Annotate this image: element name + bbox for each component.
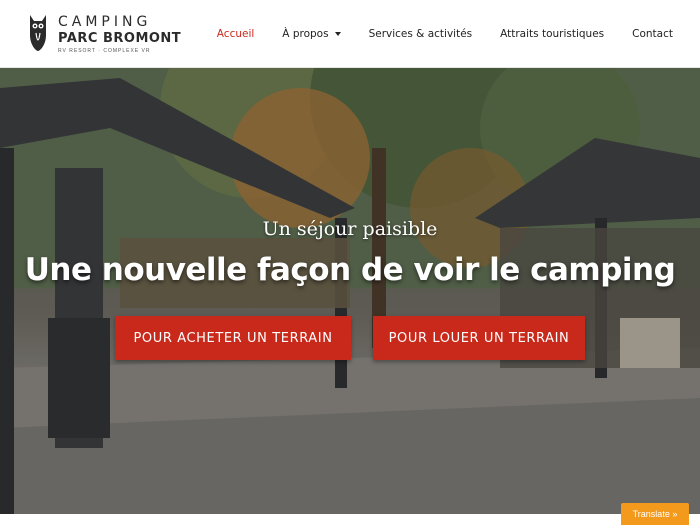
nav-item-accueil[interactable]: Accueil — [217, 28, 255, 40]
nav-label: Accueil — [216, 28, 255, 40]
hero-subtitle: Un séjour paisible — [262, 218, 438, 240]
nav-label: Attraits touristiques — [500, 28, 605, 40]
rent-lot-button[interactable]: POUR LOUER UN TERRAIN — [373, 316, 585, 360]
nav-label: Contact — [632, 28, 673, 40]
nav-label: Services & activités — [368, 28, 473, 40]
page-bottom-strip — [0, 514, 700, 525]
nav-item-a-propos[interactable]: À propos — [282, 28, 341, 40]
hero-headline: Une nouvelle façon de voir le camping — [24, 252, 676, 288]
nav-label: À propos — [282, 28, 329, 40]
hero-banner: Un séjour paisible Une nouvelle façon de… — [0, 68, 700, 514]
caret-down-icon — [334, 32, 341, 36]
nav-item-contact[interactable]: Contact — [632, 28, 673, 40]
brand-name: PARC BROMONT — [58, 31, 182, 46]
site-logo[interactable]: CAMPING PARC BROMONT RV RESORT · COMPLEX… — [26, 13, 181, 54]
nav-item-attraits[interactable]: Attraits touristiques — [500, 28, 604, 40]
translate-button[interactable]: Translate » — [621, 503, 689, 525]
main-nav: Accueil À propos Services & activités At… — [189, 0, 673, 68]
nav-item-services[interactable]: Services & activités — [369, 28, 473, 40]
brand-tagline: RV RESORT · COMPLEXE VR — [58, 48, 151, 54]
brand-camping: CAMPING — [58, 14, 152, 30]
buy-lot-button[interactable]: POUR ACHETER UN TERRAIN — [115, 316, 351, 360]
hero-overlay — [0, 68, 700, 514]
site-header: CAMPING PARC BROMONT RV RESORT · COMPLEX… — [0, 0, 700, 68]
owl-logo-icon — [30, 15, 46, 51]
